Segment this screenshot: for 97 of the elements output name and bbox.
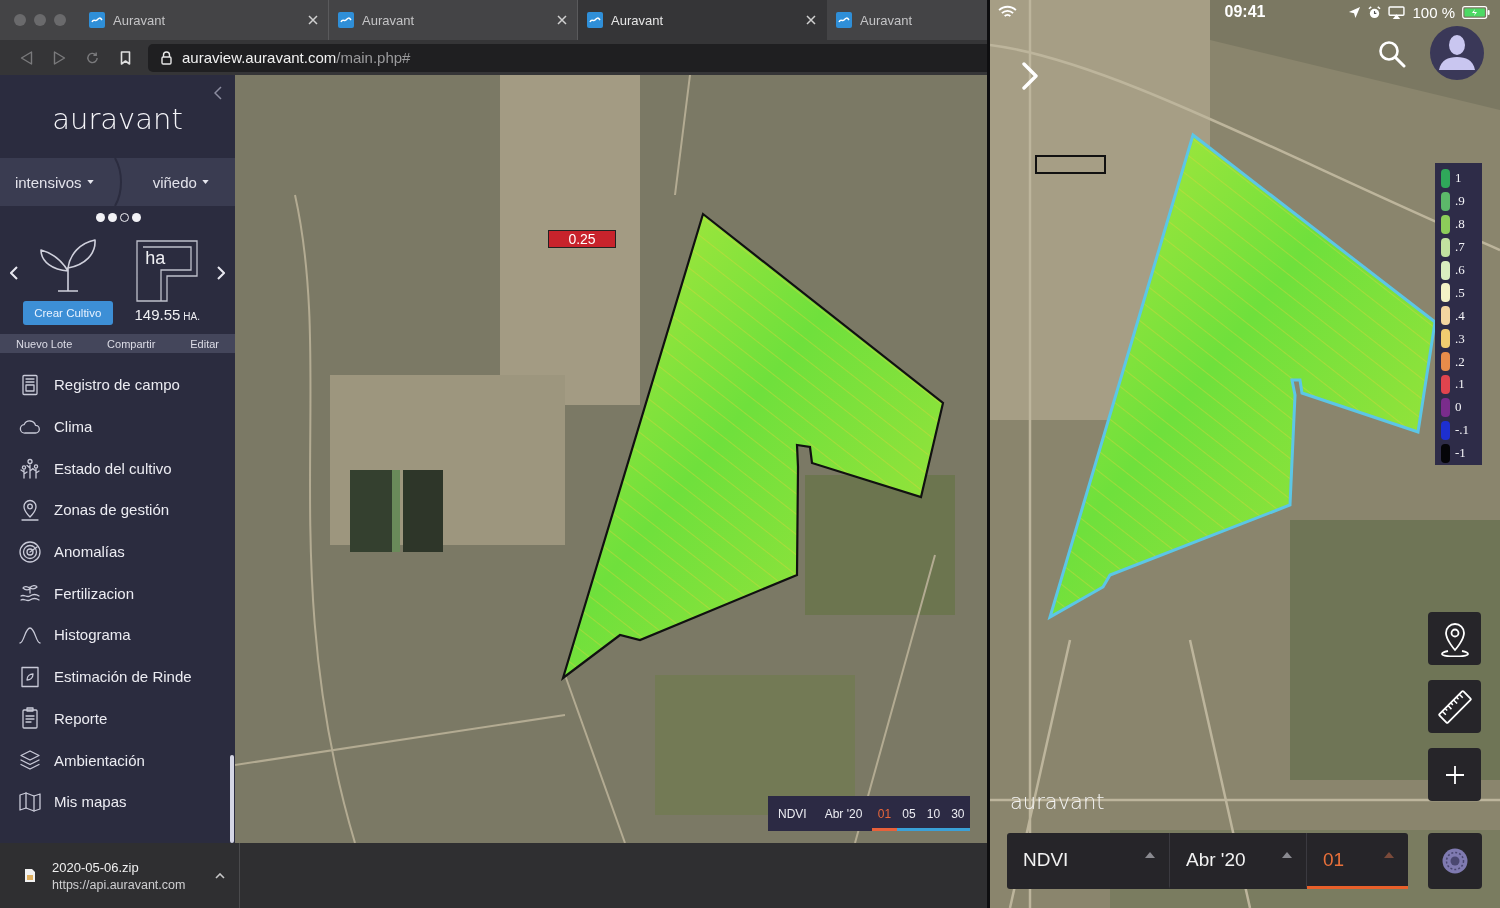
caret-up-icon [1282, 851, 1292, 858]
menu-item[interactable]: Anomalías [0, 530, 235, 573]
scale-value: -.1 [1455, 422, 1470, 439]
favicon-icon [338, 12, 354, 28]
user-avatar-icon[interactable] [1430, 26, 1484, 80]
action-link[interactable]: Compartir [107, 337, 156, 350]
area-value: 149.55 [134, 305, 181, 323]
scale-value: .5 [1455, 284, 1465, 301]
monitor-icon [1388, 5, 1406, 19]
radar-icon [18, 539, 42, 564]
map-value-label: 0.25 [548, 230, 616, 248]
wifi-icon [998, 5, 1017, 19]
menu-item[interactable]: Ambientación [0, 739, 235, 781]
scale-value: 1 [1455, 170, 1462, 187]
plus-icon [1444, 764, 1465, 785]
ruler-button[interactable] [1428, 680, 1481, 733]
month-label: Abr '20 [824, 806, 863, 821]
close-icon[interactable] [557, 15, 567, 25]
map-label-frame [1035, 155, 1106, 174]
ruler-icon [1436, 688, 1473, 725]
address-field[interactable]: auraview.auravant.com/main.php# [148, 43, 987, 72]
download-source: https://api.auravant.com [52, 877, 187, 892]
index-name: NDVI [778, 806, 807, 821]
scale-value: .8 [1455, 216, 1465, 233]
caret-down-icon [201, 180, 209, 184]
menu-item[interactable]: Registro de campo [0, 364, 235, 406]
folded-map-icon [18, 789, 42, 814]
back-icon[interactable] [20, 50, 33, 65]
carousel-dot[interactable] [108, 212, 117, 222]
file-name: 2020-05-06.zip [52, 859, 140, 875]
caret-down-icon [86, 180, 94, 184]
menu-item[interactable]: Fertilizacion [0, 572, 235, 615]
area-unit: HA. [183, 310, 201, 322]
carousel-dot[interactable] [96, 212, 105, 222]
favicon-icon [89, 12, 105, 28]
dotted-ring-button[interactable] [1428, 833, 1482, 889]
menu-item[interactable]: Clima [0, 405, 235, 448]
caret-up-icon [1384, 851, 1394, 858]
scale-value: .7 [1455, 239, 1465, 256]
scale-value: .2 [1455, 353, 1465, 370]
location-pin-button[interactable] [1428, 612, 1481, 665]
app-logo: auravant [52, 102, 183, 136]
layer-selector[interactable]: 01 [1307, 833, 1408, 889]
menu-item[interactable]: Estado del cultivo [0, 447, 235, 490]
scale-value: -1 [1455, 445, 1466, 462]
favicon-icon [587, 12, 603, 28]
app-logo: auravant [1010, 790, 1105, 814]
map-pin-icon [1439, 620, 1470, 657]
scale-value: .3 [1455, 330, 1465, 347]
browser-tab[interactable]: Auravant [827, 0, 987, 40]
reload-icon[interactable] [86, 50, 99, 65]
scale-value: .1 [1455, 376, 1465, 393]
menu-item[interactable]: Histograma [0, 614, 235, 656]
status-time: 09:41 [1223, 3, 1267, 21]
alarm-clock-icon [1368, 5, 1382, 19]
action-link[interactable]: Nuevo Lote [16, 337, 73, 350]
search-icon[interactable] [1378, 40, 1406, 68]
area-unit-label: ha [145, 247, 166, 268]
menu-item[interactable]: Zonas de gestión [0, 489, 235, 531]
close-icon[interactable] [308, 15, 318, 25]
caret-up-icon[interactable] [215, 872, 225, 879]
sprouts-icon [18, 456, 42, 481]
battery-icon [1462, 5, 1490, 19]
battery-percent: 100 % [1412, 3, 1455, 21]
location-arrow-icon [1348, 5, 1362, 19]
sprout-icon [37, 237, 98, 293]
scale-value: 0 [1455, 399, 1462, 416]
lock-icon [161, 50, 172, 65]
day-option[interactable]: 10 [921, 796, 946, 831]
caret-up-icon [1145, 851, 1155, 858]
category-dropdown[interactable]: viñedo [126, 158, 235, 206]
bookmark-icon[interactable] [119, 50, 132, 65]
chevron-right-icon[interactable] [217, 266, 225, 280]
forward-icon[interactable] [53, 50, 66, 65]
zoom-in-button[interactable] [1428, 748, 1481, 801]
dotted-ring-icon [1442, 848, 1468, 874]
browser-tab[interactable]: Auravant [578, 0, 827, 40]
layer-selector[interactable]: NDVI [1007, 833, 1170, 889]
day-option[interactable]: 30 [945, 796, 970, 831]
menu-item[interactable]: Reporte [0, 697, 235, 740]
day-option[interactable]: 01 [872, 796, 897, 831]
menu-item[interactable]: Estimación de Rinde [0, 655, 235, 698]
scale-value: .9 [1455, 193, 1465, 210]
close-icon[interactable] [806, 15, 816, 25]
menu-item[interactable]: Mis mapas [0, 780, 235, 823]
framed-leaf-icon [18, 664, 42, 689]
layer-selector[interactable]: Abr '20 [1170, 833, 1307, 889]
scrollbar-thumb[interactable] [230, 755, 234, 843]
day-option[interactable]: 05 [896, 796, 922, 831]
carousel-dot[interactable] [132, 212, 141, 222]
file-icon [24, 868, 36, 883]
category-dropdown[interactable]: intensivos [0, 158, 109, 206]
action-link[interactable]: Editar [190, 337, 219, 350]
favicon-icon [836, 12, 852, 28]
plot-outline-icon [136, 239, 199, 302]
scale-value: .4 [1455, 307, 1465, 324]
scale-value: .6 [1455, 262, 1465, 278]
